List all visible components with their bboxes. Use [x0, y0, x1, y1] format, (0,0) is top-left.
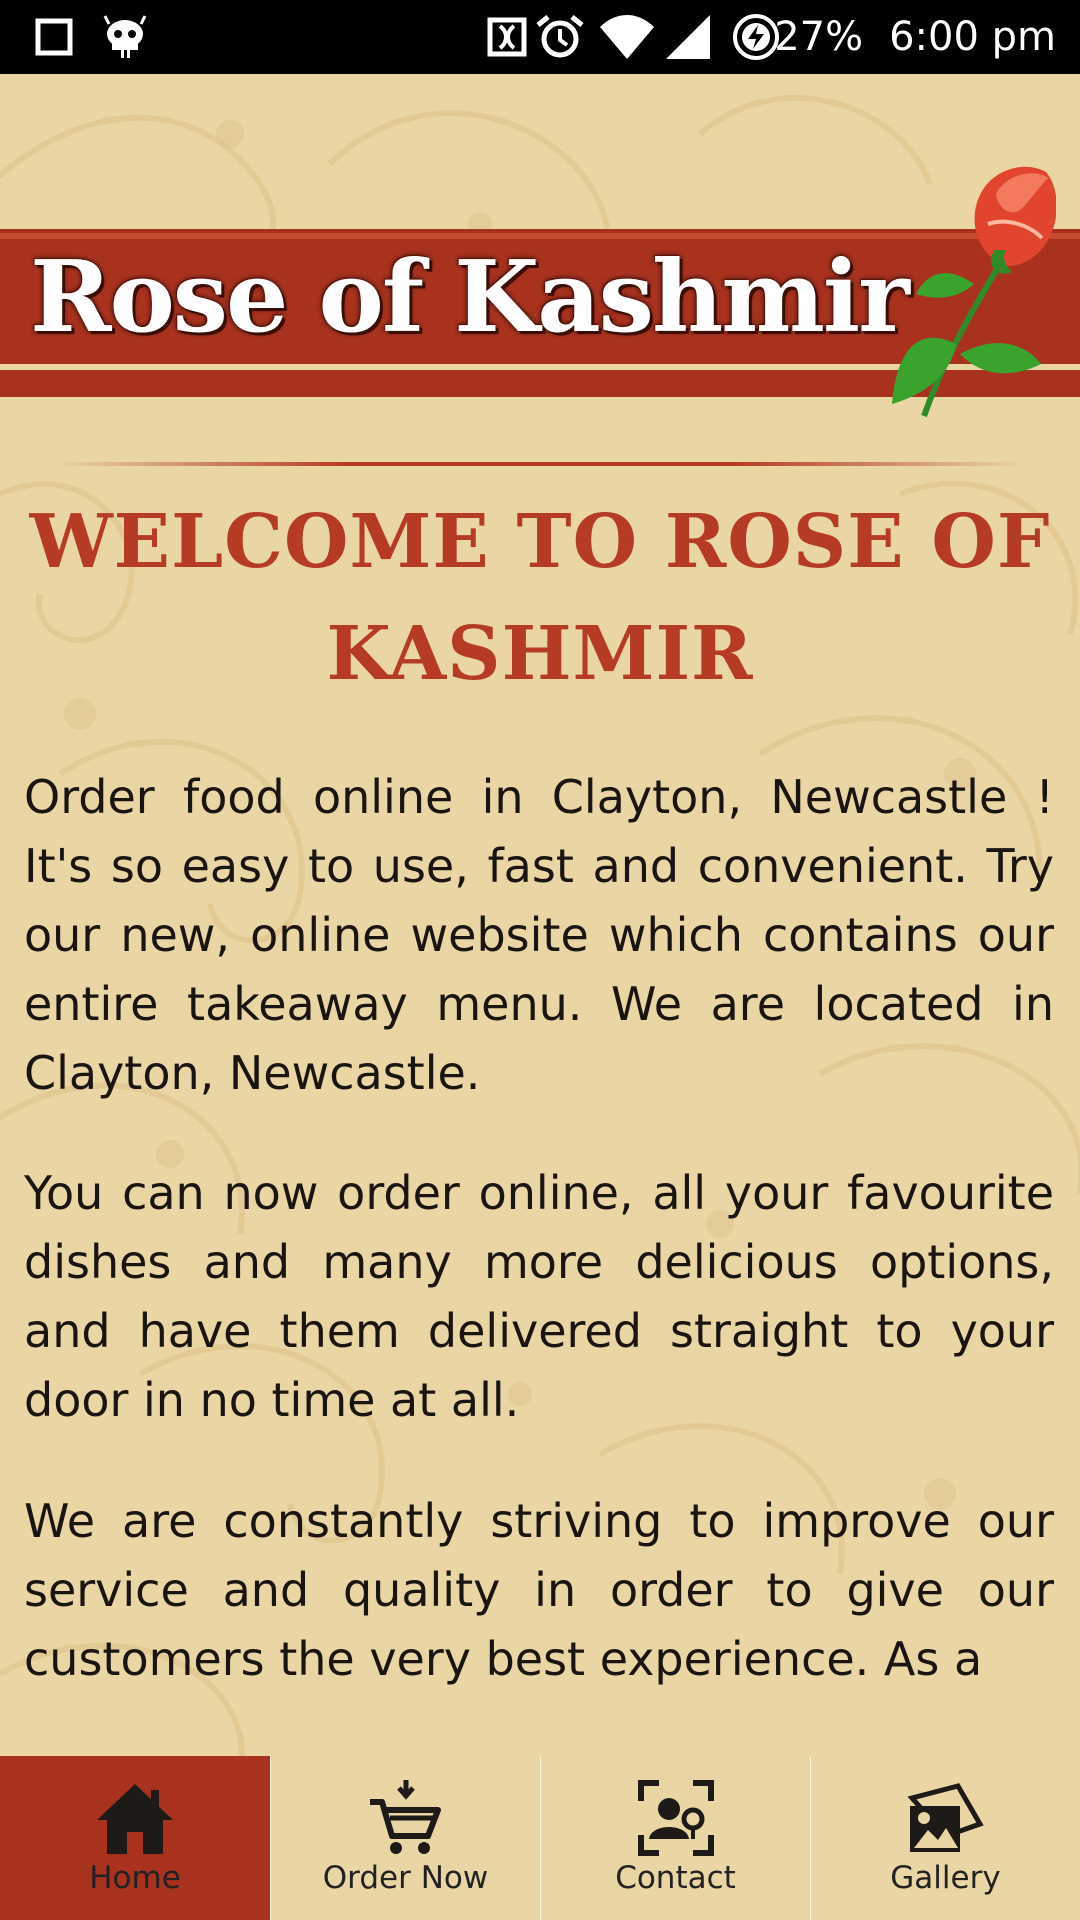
nav-gallery-label: Gallery [890, 1860, 1001, 1896]
nav-home[interactable]: Home [0, 1756, 270, 1920]
home-icon [95, 1778, 175, 1858]
nfc-icon [484, 0, 530, 74]
nav-order-now-label: Order Now [322, 1860, 489, 1896]
nav-contact-label: Contact [615, 1860, 736, 1896]
nav-order-now[interactable]: Order Now [270, 1756, 540, 1920]
logo-banner: Rose of Kashmir [0, 154, 1080, 424]
contact-icon [636, 1778, 716, 1858]
bottom-navigation: Home Order Now Contact Gallery [0, 1756, 1080, 1920]
nav-gallery[interactable]: Gallery [810, 1756, 1080, 1920]
heading-divider [56, 462, 1024, 466]
battery-charging-icon [732, 0, 780, 74]
android-debug-icon [100, 0, 150, 74]
service-paragraph: We are constantly striving to improve ou… [24, 1494, 1054, 1686]
gallery-icon [906, 1778, 986, 1858]
status-bar: 27% 6:00 pm [0, 0, 1080, 74]
nav-home-label: Home [89, 1860, 181, 1896]
intro-paragraph: Order food online in Clayton, Newcastle … [24, 770, 1054, 1100]
stop-square-icon [34, 0, 74, 74]
clock: 6:00 pm [889, 14, 1056, 60]
order-paragraph: You can now order online, all your favou… [24, 1166, 1054, 1427]
battery-percent: 27% [774, 14, 864, 60]
cell-signal-icon [664, 0, 712, 74]
nav-contact[interactable]: Contact [540, 1756, 810, 1920]
wifi-icon [598, 0, 656, 74]
cart-icon [366, 1778, 446, 1858]
alarm-icon [534, 0, 586, 74]
page-title: Welcome to Rose of Kashmir [29, 499, 1051, 697]
rose-icon [892, 166, 1056, 418]
logo-text: Rose of Kashmir [30, 239, 910, 355]
content-area[interactable]: Rose of Kashmir Welcome to Rose of Kashm… [0, 74, 1080, 1756]
